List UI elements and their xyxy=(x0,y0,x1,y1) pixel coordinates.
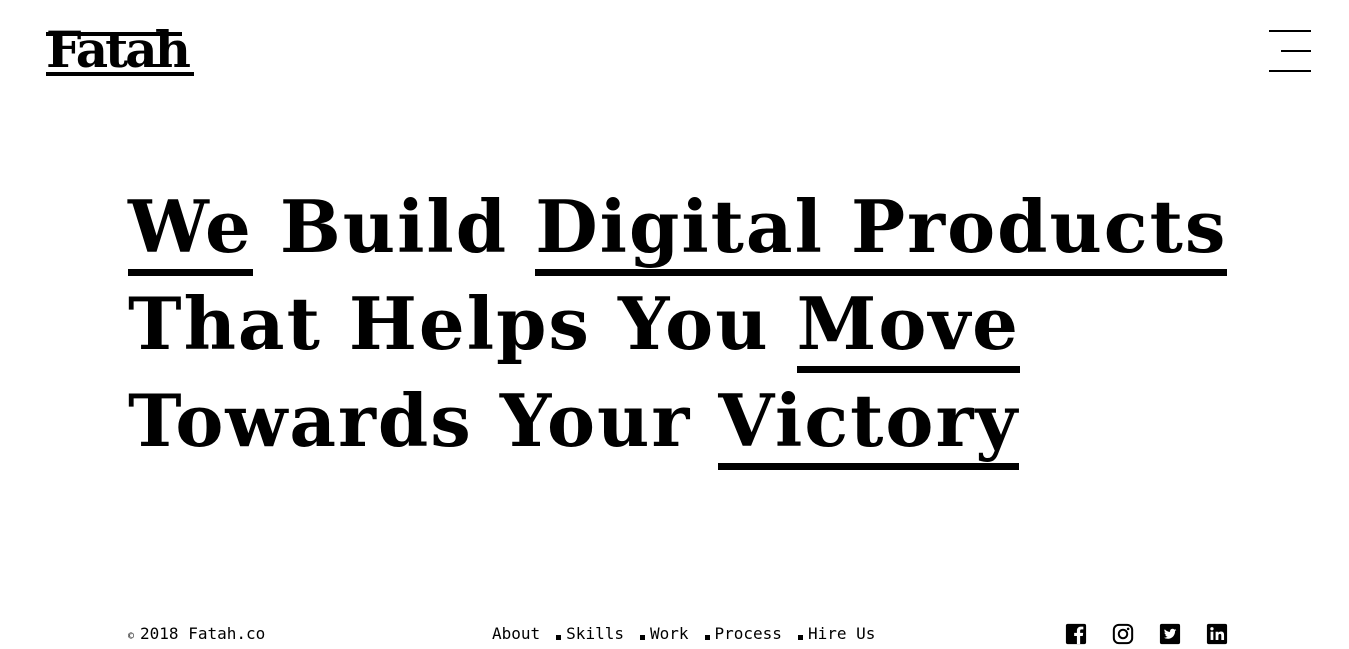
linkedin-icon[interactable] xyxy=(1206,623,1228,645)
hero-word-towards-your: Towards Your xyxy=(128,378,719,463)
hero-word-we: We xyxy=(128,184,253,276)
footer-link-process[interactable]: Process xyxy=(715,622,782,646)
twitter-icon[interactable] xyxy=(1159,623,1181,645)
social-links xyxy=(1065,623,1253,645)
footer-link-skills[interactable]: Skills xyxy=(566,622,624,646)
footer-link-hire-us[interactable]: Hire Us xyxy=(808,622,875,646)
hero-word-build: Build xyxy=(252,184,536,269)
hamburger-menu-icon[interactable] xyxy=(1269,29,1311,73)
hero-headline: We Build Digital Products That Helps You… xyxy=(128,178,1228,470)
hero-line-1: We Build Digital Products xyxy=(128,178,1228,276)
hero-word-digital-products: Digital Products xyxy=(535,184,1228,276)
footer-nav: About Skills Work Process Hire Us xyxy=(492,622,875,646)
separator-dot xyxy=(639,634,645,640)
hero-line-3: Towards Your Victory xyxy=(128,372,1227,470)
logo[interactable]: Fatah xyxy=(46,20,195,80)
footer-link-about[interactable]: About xyxy=(492,622,540,646)
hero-word-victory: Victory xyxy=(718,378,1020,470)
footer: © 2018 Fatah.co About Skills Work Process… xyxy=(0,622,1349,646)
copyright-symbol: © xyxy=(128,631,135,642)
separator-dot xyxy=(704,634,710,640)
copyright-text: 2018 Fatah.co xyxy=(140,624,266,643)
facebook-icon[interactable] xyxy=(1065,623,1087,645)
separator-dot xyxy=(556,634,562,640)
hero-line-2: That Helps You Move xyxy=(128,275,1227,373)
hero-word-that-helps-you: That Helps You xyxy=(128,281,797,366)
separator-dot xyxy=(797,634,803,640)
hero-word-move: Move xyxy=(796,281,1020,373)
instagram-icon[interactable] xyxy=(1112,623,1134,645)
footer-link-work[interactable]: Work xyxy=(650,622,689,646)
